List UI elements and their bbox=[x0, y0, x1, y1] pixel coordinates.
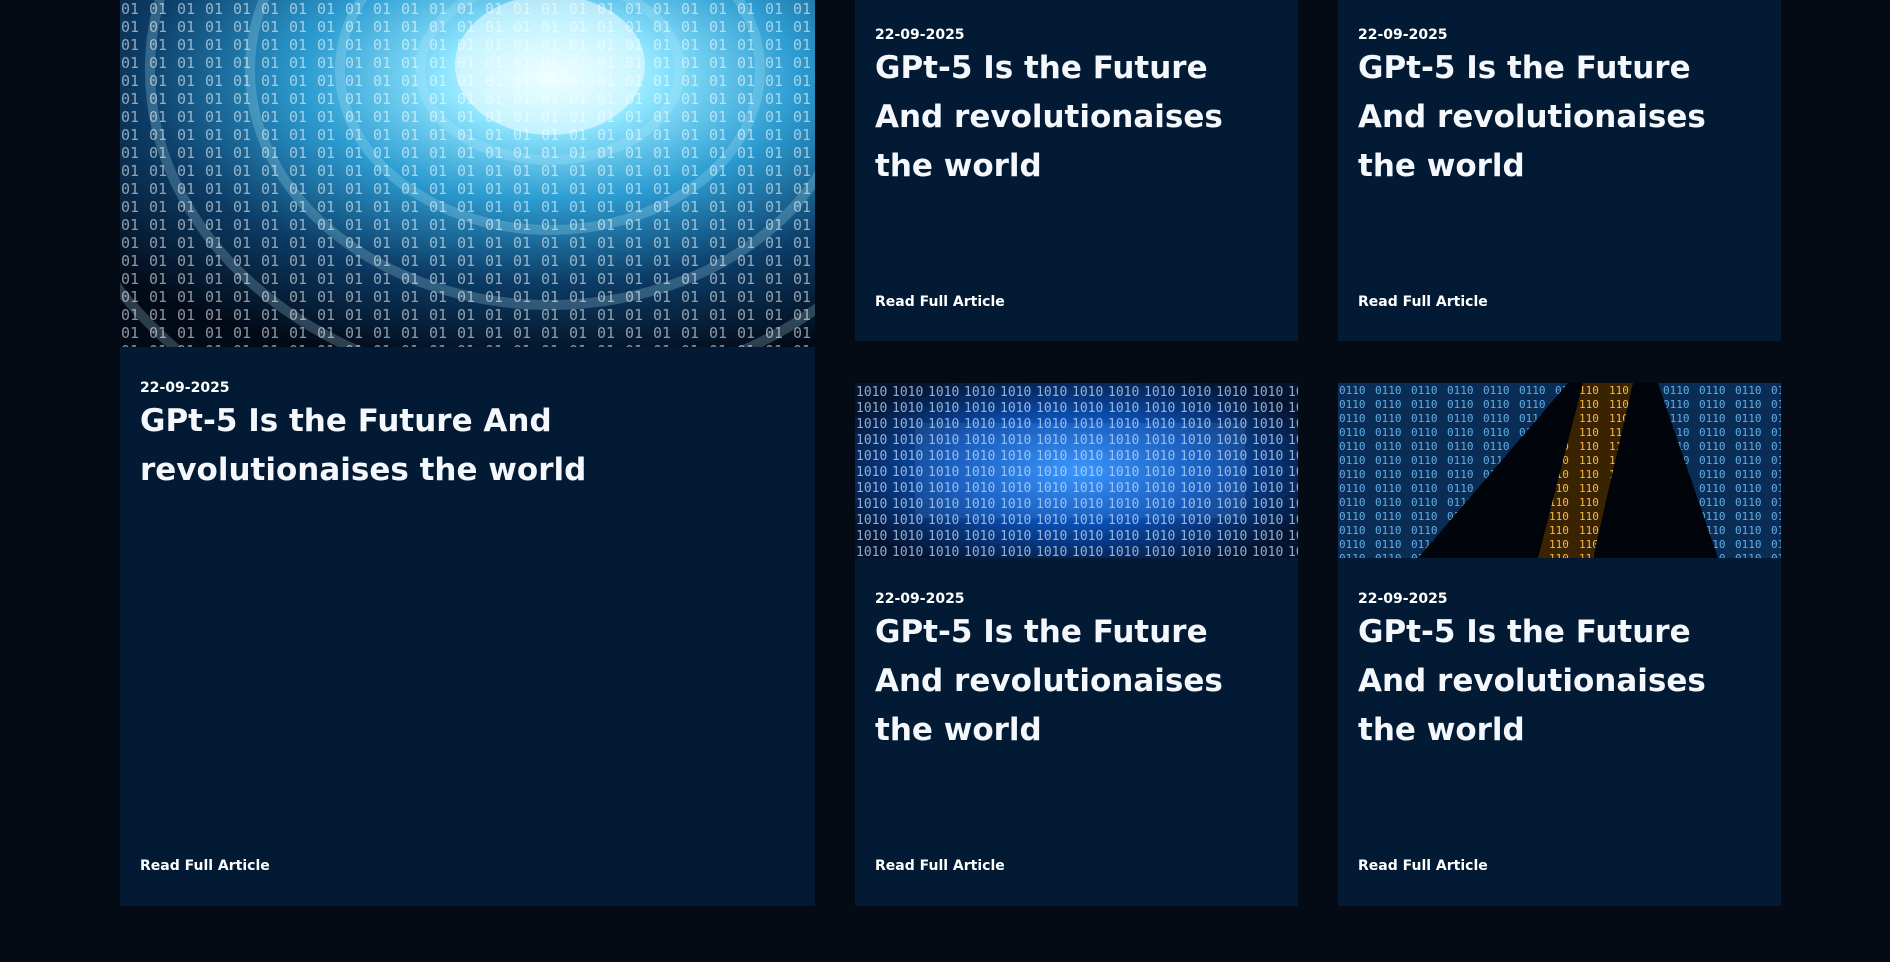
read-full-article-link[interactable]: Read Full Article bbox=[875, 294, 1005, 310]
article-date: 22-09-2025 bbox=[1358, 591, 1448, 607]
binary-code-amber-image[interactable]: 0110 110 bbox=[1338, 383, 1781, 558]
article-title[interactable]: GPt-5 Is the Future And revolutionaises … bbox=[1358, 608, 1758, 755]
article-title[interactable]: GPt-5 Is the Future And revolutionaises … bbox=[140, 397, 780, 495]
article-date: 22-09-2025 bbox=[140, 380, 230, 396]
article-title[interactable]: GPt-5 Is the Future And revolutionaises … bbox=[875, 608, 1275, 755]
article-card-featured[interactable]: 01 22-09-2025 GPt-5 Is the Future And re… bbox=[120, 0, 815, 906]
read-full-article-link[interactable]: Read Full Article bbox=[1358, 858, 1488, 874]
binary-code-blue-image[interactable]: 1010 bbox=[855, 383, 1298, 558]
article-card[interactable]: 0110 110 22-09-2025 GPt-5 Is the Future … bbox=[1338, 383, 1781, 906]
read-full-article-link[interactable]: Read Full Article bbox=[1358, 294, 1488, 310]
binary-tunnel-image[interactable]: 01 bbox=[120, 0, 815, 347]
article-date: 22-09-2025 bbox=[1358, 27, 1448, 43]
read-full-article-link[interactable]: Read Full Article bbox=[875, 858, 1005, 874]
article-card[interactable]: 22-09-2025 GPt-5 Is the Future And revol… bbox=[1338, 0, 1781, 341]
article-title[interactable]: GPt-5 Is the Future And revolutionaises … bbox=[1358, 44, 1758, 191]
article-card[interactable]: 22-09-2025 GPt-5 Is the Future And revol… bbox=[855, 0, 1298, 341]
article-title[interactable]: GPt-5 Is the Future And revolutionaises … bbox=[875, 44, 1275, 191]
article-date: 22-09-2025 bbox=[875, 591, 965, 607]
read-full-article-link[interactable]: Read Full Article bbox=[140, 858, 270, 874]
article-date: 22-09-2025 bbox=[875, 27, 965, 43]
article-card[interactable]: 1010 22-09-2025 GPt-5 Is the Future And … bbox=[855, 383, 1298, 906]
